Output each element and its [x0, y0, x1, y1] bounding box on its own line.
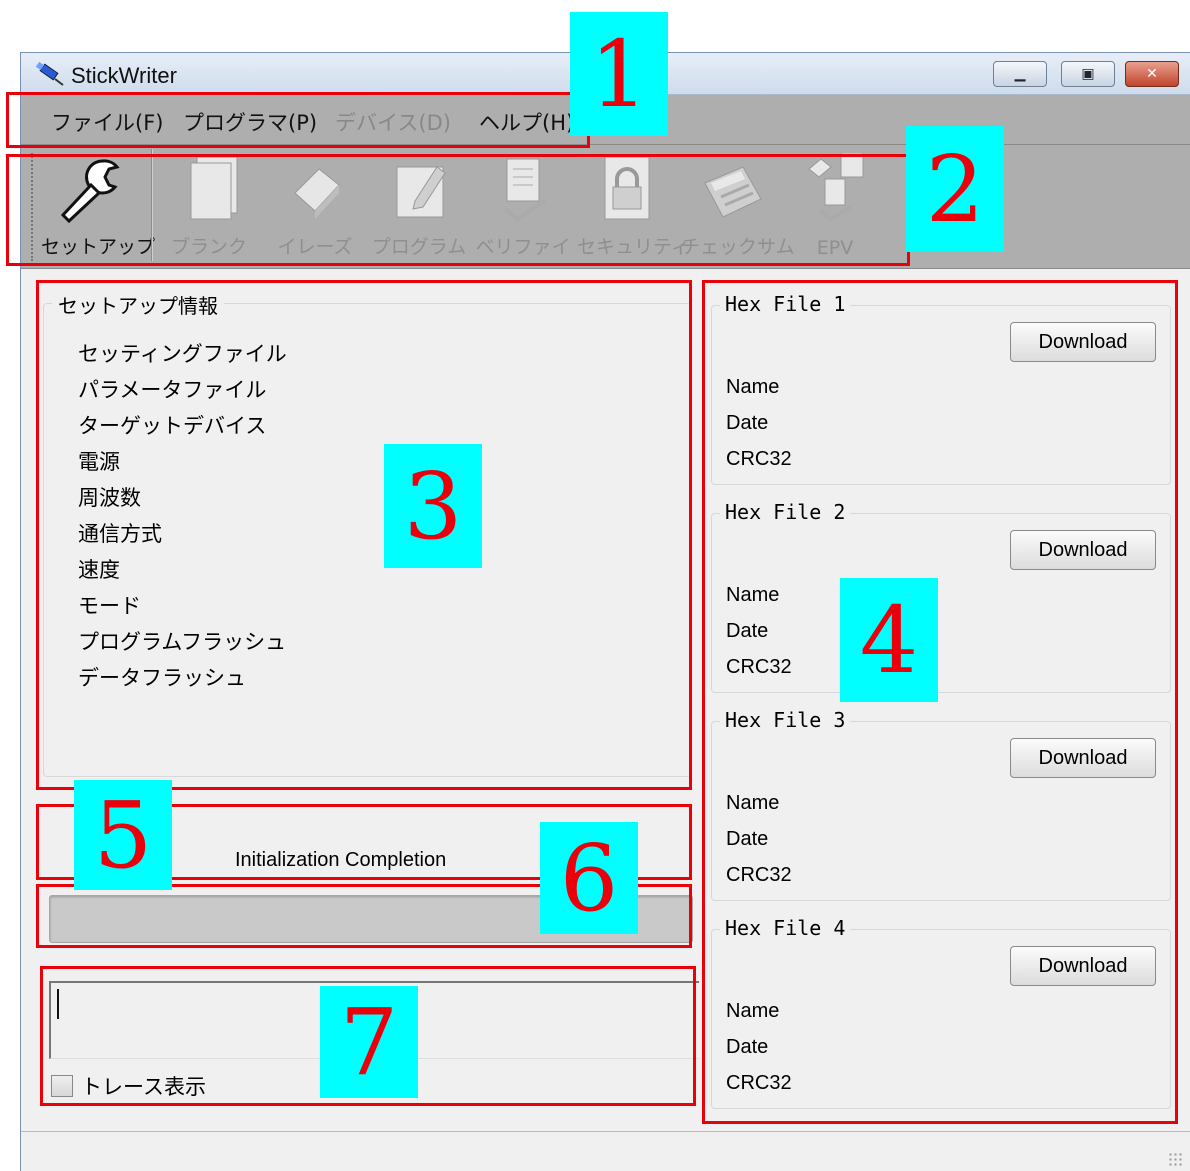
close-button[interactable]: ✕ — [1125, 61, 1179, 87]
annotation-box-menu — [6, 92, 590, 148]
minimize-icon: ▁ — [1014, 66, 1026, 82]
minimize-button[interactable]: ▁ — [993, 61, 1047, 87]
window-title: StickWriter — [71, 63, 177, 88]
annotation-badge: 5 — [74, 780, 172, 890]
annotation-box-setup-info — [36, 280, 692, 790]
annotation-badge: 7 — [320, 986, 418, 1098]
annotation-box-toolbar — [6, 154, 910, 266]
maximize-icon: ▣ — [1081, 66, 1095, 82]
close-icon: ✕ — [1146, 66, 1158, 82]
annotation-badge: 1 — [570, 12, 668, 136]
app-icon — [35, 61, 64, 86]
annotation-badge: 6 — [540, 822, 638, 934]
annotation-badge: 2 — [906, 126, 1004, 252]
annotation-badge: 3 — [384, 444, 482, 568]
resize-grip[interactable] — [1168, 1152, 1182, 1166]
annotation-box-hex-files — [702, 280, 1178, 1124]
status-bar — [21, 1131, 1190, 1171]
maximize-button[interactable]: ▣ — [1061, 61, 1115, 87]
annotation-badge: 4 — [840, 578, 938, 702]
